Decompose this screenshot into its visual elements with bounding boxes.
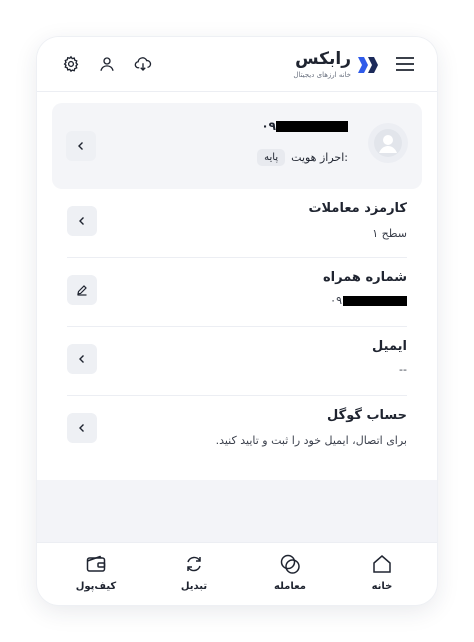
wallet-icon <box>83 551 109 577</box>
download-app-icon[interactable] <box>131 52 155 76</box>
redaction-bar <box>276 120 348 132</box>
convert-icon <box>181 551 207 577</box>
mobile-value-prefix: ۰۹ <box>330 294 342 307</box>
settings-sheet: ۰۹ احراز هویت: پایه کارمزد معاملات سطح ۱ <box>37 92 437 480</box>
top-header: رابکس خانه ارزهای دیجیتال <box>37 37 437 92</box>
fee-row[interactable]: کارمزد معاملات سطح ۱ <box>67 189 407 258</box>
logo-mark-icon <box>358 57 378 73</box>
email-title: ایمیل <box>372 339 407 354</box>
user-avatar-icon <box>374 129 402 157</box>
mobile-value: ۰۹ <box>330 294 407 307</box>
settings-icon[interactable] <box>59 52 83 76</box>
google-row[interactable]: حساب گوگل برای اتصال، ایمیل خود را ثبت و… <box>67 396 407 464</box>
profile-phone: ۰۹ <box>261 119 348 133</box>
chevron-left-icon <box>79 424 84 432</box>
nav-wallet[interactable]: کیف‌پول <box>61 551 131 601</box>
nav-home-label: خانه <box>371 581 393 592</box>
email-chevron-button[interactable] <box>67 344 97 374</box>
logo-subtitle: خانه ارزهای دیجیتال <box>293 71 351 79</box>
nav-home[interactable]: خانه <box>347 551 417 601</box>
logo-text: رابکس <box>295 49 351 69</box>
mobile-row[interactable]: شماره همراه ۰۹ <box>67 258 407 327</box>
nav-trade-label: معامله <box>274 581 306 592</box>
settings-content: ۰۹ احراز هویت: پایه کارمزد معاملات سطح ۱ <box>37 92 437 542</box>
verification-status: احراز هویت: پایه <box>257 149 348 166</box>
google-chevron-button[interactable] <box>67 413 97 443</box>
home-icon <box>369 551 395 577</box>
google-value: برای اتصال، ایمیل خود را ثبت و تایید کنی… <box>215 434 407 447</box>
app-frame: رابکس خانه ارزهای دیجیتال ۰۹ احراز هویت:… <box>37 37 437 605</box>
profile-phone-prefix: ۰۹ <box>261 119 276 133</box>
avatar <box>368 123 408 163</box>
profile-card[interactable]: ۰۹ احراز هویت: پایه <box>52 103 422 189</box>
nav-convert-label: تبدیل <box>180 581 208 592</box>
email-row[interactable]: ایمیل -- <box>67 327 407 396</box>
fee-title: کارمزد معاملات <box>308 201 407 216</box>
edit-mobile-button[interactable] <box>67 275 97 305</box>
fee-chevron-button[interactable] <box>67 206 97 236</box>
bottom-navigation: کیف‌پول تبدیل معامله <box>37 542 437 605</box>
email-value: -- <box>399 363 407 376</box>
nav-wallet-label: کیف‌پول <box>75 581 117 592</box>
nav-trade[interactable]: معامله <box>255 551 325 601</box>
chevron-left-icon <box>78 142 83 150</box>
fee-value: سطح ۱ <box>372 227 407 240</box>
chevron-left-icon <box>79 355 84 363</box>
trade-icon <box>277 551 303 577</box>
profile-chevron-button[interactable] <box>66 131 96 161</box>
google-title: حساب گوگل <box>327 408 407 423</box>
chevron-left-icon <box>79 217 84 225</box>
mobile-title: شماره همراه <box>322 270 407 285</box>
redaction-bar <box>343 295 407 306</box>
nav-convert[interactable]: تبدیل <box>159 551 229 601</box>
pencil-icon <box>77 285 87 296</box>
menu-icon[interactable] <box>393 52 417 76</box>
brand-logo[interactable]: رابکس خانه ارزهای دیجیتال <box>283 47 391 83</box>
verify-label: احراز هویت: <box>291 151 348 164</box>
user-icon[interactable] <box>95 52 119 76</box>
verify-level-badge: پایه <box>257 149 286 166</box>
